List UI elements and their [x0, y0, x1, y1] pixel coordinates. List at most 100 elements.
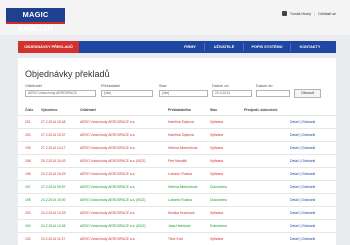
table-row[interactable]: 194 24.2.2014 12:05 AERO Vodochody AEROSPA…: [18, 219, 336, 232]
cell-created: 27.2.2014 15:48: [41, 120, 66, 124]
cell-translator: Lubomír Rusina: [168, 172, 192, 176]
filter-date-from-label: Datum od: [212, 84, 229, 88]
table-row[interactable]: 198 25.2.2014 15:03 AERO Vodochody AEROSPA…: [18, 154, 336, 167]
cell-customer: AERO Vodochody AEROSPACE a.s.: [80, 146, 136, 150]
cell-customer: AERO Vodochody AEROSPACE a.s.: [80, 185, 136, 189]
cell-state: Vyřízeno: [210, 133, 224, 137]
filter-translator-label: Překladatel: [101, 84, 120, 88]
cell-actions[interactable]: Detail | Odstranit: [290, 185, 335, 189]
cell-created: 27.2.2014 14:17: [41, 146, 66, 150]
cell-state: Dokončeno: [210, 224, 228, 228]
table-header: Číslo Vytvořeno Odběratel Překladatel/ka…: [18, 105, 336, 115]
cell-number: 197: [25, 185, 31, 189]
cell-customer: AERO Vodochody AEROSPACE a.s.: [80, 133, 136, 137]
content-panel: Objednávky překladů Odběratel Překladate…: [18, 58, 336, 245]
cell-actions[interactable]: Detail | Odstranit: [290, 198, 335, 202]
cell-created: 24.2.2014 12:05: [41, 224, 66, 228]
cell-actions[interactable]: Detail | Odstranit: [290, 224, 335, 228]
cell-translator: Helena Albrechtová: [168, 185, 198, 189]
cell-state: Vyřízeno: [210, 211, 224, 215]
table-row[interactable]: 195 24.2.2014 15:00 AERO Vodochody AEROSPA…: [18, 193, 336, 206]
filter-customer-select[interactable]: AERO Vodochody AEROSPACE: [25, 90, 96, 97]
cell-actions[interactable]: Detail | Odstranit: [290, 133, 335, 137]
cell-number: 198: [25, 159, 31, 163]
cell-customer: AERO Vodochody AEROSPACE a.s. (BOZ): [80, 159, 146, 163]
user-name[interactable]: Tomáš Hrubý: [290, 12, 311, 16]
column-header-created[interactable]: Vytvořeno: [41, 108, 57, 112]
cell-customer: AERO Vodochody AEROSPACE a.s.: [80, 172, 136, 176]
cell-translator: Monika Hrachová: [168, 211, 195, 215]
column-header-number[interactable]: Číslo: [25, 108, 33, 112]
cell-created: 24.2.2014 11:37: [41, 237, 66, 241]
table-row[interactable]: 193 24.2.2014 14:29 AERO Vodochody AEROSPA…: [18, 206, 336, 219]
cell-customer: AERO Vodochody AEROSPACE a.s. (BOZ): [80, 224, 146, 228]
nav-divider: [204, 43, 205, 51]
cell-state: Vyřízeno: [210, 146, 224, 150]
cell-translator: Kateřina Šípková: [168, 133, 194, 137]
filter-date-to-label: Datum do: [256, 84, 273, 88]
user-icon: [281, 11, 287, 16]
cell-number: 196: [25, 172, 31, 176]
column-header-expected-completion[interactable]: Předpokl. dokončení: [244, 108, 277, 112]
cell-actions[interactable]: Detail | Odstranit: [290, 159, 335, 163]
cell-actions[interactable]: Detail | Odstranit: [290, 237, 335, 241]
cell-state: Vyřízeno: [210, 159, 224, 163]
cell-actions[interactable]: Detail | Odstranit: [290, 211, 335, 215]
cell-customer: AERO Vodochody AEROSPACE a.s.: [80, 237, 136, 241]
nav-divider: [243, 43, 244, 51]
filter-state-select[interactable]: [vše]: [159, 90, 208, 97]
cell-state: Vyřízeno: [210, 172, 224, 176]
logout-link[interactable]: Odhlásit se: [318, 12, 336, 16]
cell-created: 27.2.2014 15:37: [41, 133, 66, 137]
page-title: Objednávky překladů: [25, 69, 110, 79]
cell-actions[interactable]: Detail | Odstranit: [290, 146, 335, 150]
nav-item-companies[interactable]: FIRMY: [176, 41, 204, 53]
cell-number: 193: [25, 211, 31, 215]
cell-number: 194: [25, 224, 31, 228]
cell-customer: AERO Vodochody AEROSPACE a.s. (BOZ): [80, 198, 146, 202]
refresh-button[interactable]: Obnovit: [294, 89, 321, 98]
cell-state: Vyřízeno: [210, 237, 224, 241]
table-row[interactable]: 200 27.2.2014 15:37 AERO Vodochody AEROSPA…: [18, 128, 336, 141]
table-row[interactable]: 197 27.2.2014 09:57 AERO Vodochody AEROSPA…: [18, 180, 336, 193]
table-row[interactable]: 192 24.2.2014 11:37 AERO Vodochody AEROSPA…: [18, 232, 336, 245]
cell-created: 27.2.2014 09:57: [41, 185, 66, 189]
filter-state-label: Stav: [159, 84, 167, 88]
nav-item-users[interactable]: UŽIVATELÉ: [206, 41, 242, 53]
main-nav: OBJEDNÁVKY PŘEKLADŮ FIRMY UŽIVATELÉ POPI…: [18, 41, 336, 53]
nav-item-contacts[interactable]: KONTAKTY: [292, 41, 328, 53]
logo[interactable]: MAGIC ENGLISH: [6, 8, 65, 33]
nav-item-orders[interactable]: OBJEDNÁVKY PŘEKLADŮ: [18, 41, 79, 53]
cell-translator: Helena Albrechtová: [168, 146, 198, 150]
nav-item-system-description[interactable]: POPIS SYSTÉMU: [245, 41, 289, 53]
cell-translator: Jana Heinšová: [168, 224, 191, 228]
cell-customer: AERO Vodochody AEROSPACE a.s.: [80, 120, 136, 124]
cell-actions[interactable]: Detail | Odstranit: [290, 172, 335, 176]
logo-underline: [6, 22, 65, 24]
table-row[interactable]: 201 27.2.2014 15:48 AERO Vodochody AEROSPA…: [18, 115, 336, 128]
filter-date-from-input[interactable]: 24.4.2014: [212, 90, 252, 97]
column-header-state[interactable]: Stav: [210, 108, 217, 112]
cell-state: Dokončeno: [210, 198, 228, 202]
cell-translator: Lubomír Rusina: [168, 198, 192, 202]
cell-created: 24.2.2014 15:29: [41, 172, 66, 176]
filter-date-to-input[interactable]: [256, 90, 290, 97]
nav-divider: [290, 43, 291, 51]
cell-number: 192: [25, 237, 31, 241]
cell-number: 195: [25, 198, 31, 202]
column-header-translator[interactable]: Překladatel/ka: [168, 108, 191, 112]
table-row[interactable]: 196 24.2.2014 15:29 AERO Vodochody AEROSPA…: [18, 167, 336, 180]
cell-translator: Petr Mendlík: [168, 159, 188, 163]
cell-state: Dokončeno: [210, 185, 228, 189]
cell-number: 200: [25, 133, 31, 137]
column-header-customer[interactable]: Odběratel: [80, 108, 96, 112]
cell-created: 24.2.2014 15:00: [41, 198, 66, 202]
filter-translator-select[interactable]: [vše]: [101, 90, 153, 97]
table-row[interactable]: 199 27.2.2014 14:17 AERO Vodochody AEROSPA…: [18, 141, 336, 154]
cell-created: 25.2.2014 15:03: [41, 159, 66, 163]
cell-number: 199: [25, 146, 31, 150]
cell-actions[interactable]: Detail | Odstranit: [290, 120, 335, 124]
cell-translator: Tibor Král: [168, 237, 183, 241]
cell-state: Vyřízeno: [210, 120, 224, 124]
top-bar: MAGIC ENGLISH Tomáš Hrubý | Odhlásit se: [0, 0, 350, 35]
